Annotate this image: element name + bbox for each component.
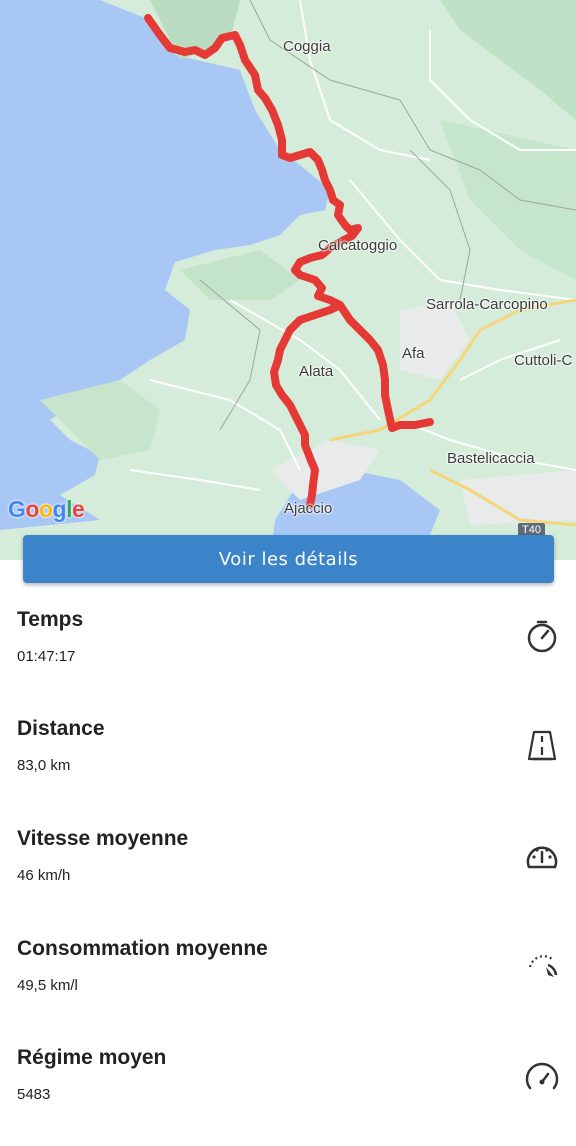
place-label-ajaccio: Ajaccio [284,500,333,517]
google-logo: Google [8,496,85,522]
stat-value: 83,0 km [17,757,71,774]
stat-value: 46 km/h [17,867,71,884]
route-map[interactable]: Coggia Calcatoggio Sarrola-Carcopino Afa… [0,0,576,560]
stat-average-speed: Vitesse moyenne 46 km/h [0,827,576,927]
stat-average-rpm: Régime moyen 5483 [0,1046,576,1146]
stat-label: Consommation moyenne [17,937,268,960]
place-label-bastelicaccia: Bastelicaccia [447,450,535,467]
stopwatch-icon [527,620,557,653]
stat-value: 49,5 km/l [17,977,78,994]
place-label-alata: Alata [299,363,334,380]
tachometer-icon [525,1062,559,1090]
stat-average-consumption: Consommation moyenne 49,5 km/l [0,937,576,1037]
stat-distance: Distance 83,0 km [0,717,576,817]
stat-value: 01:47:17 [17,648,76,665]
place-label-calcatoggio: Calcatoggio [318,237,398,254]
place-label-afa: Afa [402,345,425,362]
stat-value: 5483 [17,1086,51,1103]
place-label-coggia: Coggia [283,38,331,55]
road-icon [527,730,557,761]
view-details-button[interactable]: Voir les détails [23,535,554,583]
stat-label: Régime moyen [17,1046,167,1069]
stat-label: Vitesse moyenne [17,827,189,850]
gauge-needle-icon [528,955,558,977]
stat-time: Temps 01:47:17 [0,608,576,708]
place-label-sarrola-carcopino: Sarrola-Carcopino [426,296,548,313]
stat-label: Temps [17,608,84,631]
map-canvas [0,0,576,560]
speedometer-icon [526,846,558,869]
stat-label: Distance [17,717,105,740]
place-label-cuttoli: Cuttoli-C [514,352,573,369]
